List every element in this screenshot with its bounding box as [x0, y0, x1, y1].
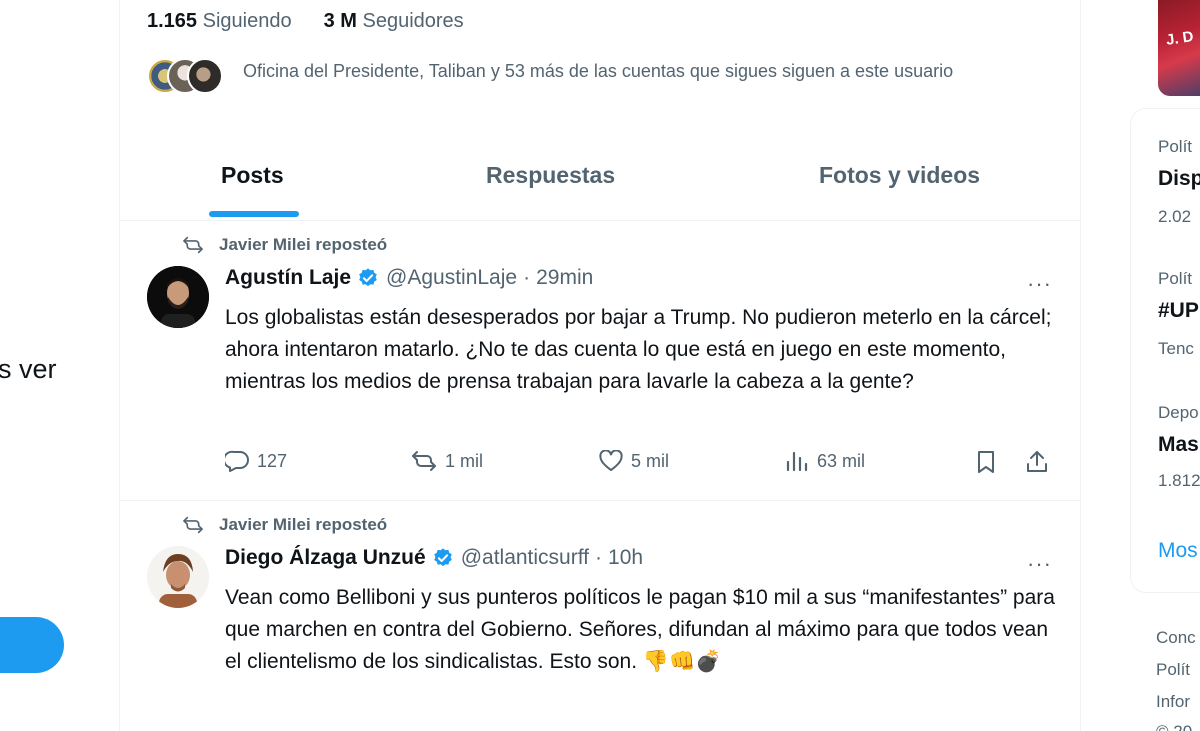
profile-tabs: Posts Respuestas Fotos y videos [120, 140, 1080, 221]
following-link[interactable]: 1.165 Siguiendo [147, 10, 292, 33]
show-more-link[interactable]: Mos [1158, 539, 1198, 563]
following-label: Siguiendo [202, 10, 292, 32]
profile-timeline: 1.165 Siguiendo 3 M Seguidores Oficina d… [119, 0, 1081, 731]
separator-dot: · [595, 546, 603, 569]
trend-name[interactable]: Mas [1158, 433, 1199, 457]
tab-media[interactable]: Fotos y videos [819, 162, 980, 189]
trends-panel: Polít Disp 2.02 Polít #UP Tenc Depo Mas … [1130, 108, 1200, 593]
more-options-icon[interactable]: ··· [1027, 551, 1052, 577]
repost-count: 1 mil [445, 450, 484, 471]
verified-badge-icon [357, 267, 379, 289]
followers-you-know-text: Oficina del Presidente, Taliban y 53 más… [243, 61, 954, 81]
avatar[interactable] [147, 266, 209, 328]
views-count: 63 mil [817, 450, 866, 471]
post-button[interactable] [0, 617, 64, 673]
author-name[interactable]: Agustín Laje [225, 266, 351, 290]
tweet-header: Agustín Laje @AgustinLaje · 29min [225, 266, 593, 290]
heart-icon [599, 450, 623, 471]
followers-avatars [147, 58, 227, 96]
separator-dot: · [523, 266, 531, 289]
author-handle[interactable]: @AgustinLaje [386, 266, 517, 290]
repost-button[interactable]: 1 mil [411, 450, 483, 472]
verified-badge-icon [432, 547, 454, 569]
trend-count: Tenc [1158, 339, 1194, 358]
views-button[interactable]: 63 mil [785, 450, 865, 472]
followers-count: 3 M [323, 10, 357, 32]
repost-icon [412, 451, 436, 471]
repost-context: Javier Milei reposteó [183, 235, 387, 255]
repost-label: Javier Milei reposteó [219, 235, 388, 254]
tweet[interactable]: Javier Milei reposteó Diego Álzaga Unzué… [120, 501, 1080, 731]
footer-link[interactable]: Infor [1156, 692, 1190, 712]
following-count: 1.165 [147, 10, 198, 32]
footer-link[interactable]: Polít [1156, 660, 1190, 680]
reply-count: 127 [257, 450, 288, 471]
tweet-actions: 127 1 mil 5 mil 63 mil [225, 450, 1055, 480]
tweet-header: Diego Álzaga Unzué @atlanticsurff · 10h [225, 546, 643, 570]
trend-count: 2.02 [1158, 207, 1192, 226]
share-button[interactable] [1025, 450, 1057, 474]
trend-count: 1.812 [1158, 471, 1200, 490]
tweet-text: Vean como Belliboni y sus punteros polít… [225, 586, 1055, 673]
trend-category: Polít [1158, 137, 1193, 156]
analytics-icon [786, 451, 808, 472]
followers-label: Seguidores [362, 10, 464, 32]
tweet-time[interactable]: 10h [608, 546, 643, 570]
promo-image[interactable]: J. D [1158, 0, 1200, 96]
left-sidebar: s ver [0, 0, 120, 731]
follow-stats: 1.165 Siguiendo 3 M Seguidores [147, 10, 464, 33]
right-sidebar: J. D Polít Disp 2.02 Polít #UP Tenc Depo… [1130, 0, 1200, 731]
left-clipped-text: s ver [0, 354, 57, 384]
like-button[interactable]: 5 mil [599, 450, 669, 472]
repost-icon [183, 236, 203, 254]
reply-button[interactable]: 127 [225, 450, 287, 472]
repost-context: Javier Milei reposteó [183, 515, 387, 535]
active-tab-indicator [209, 211, 299, 217]
trend-name[interactable]: Disp [1158, 167, 1200, 191]
bookmark-button[interactable] [975, 450, 1005, 474]
reply-icon [225, 450, 249, 472]
repost-label: Javier Milei reposteó [219, 515, 388, 534]
trend-category: Depo [1158, 403, 1199, 422]
followers-link[interactable]: 3 M Seguidores [324, 10, 464, 33]
avatar[interactable] [147, 546, 209, 608]
tweet-time[interactable]: 29min [536, 266, 593, 290]
trend-name[interactable]: #UP [1158, 299, 1199, 323]
author-name[interactable]: Diego Álzaga Unzué [225, 546, 426, 570]
promo-image-glyph: J. D [1164, 28, 1195, 49]
more-options-icon[interactable]: ··· [1027, 271, 1052, 297]
tab-replies[interactable]: Respuestas [486, 162, 615, 189]
like-count: 5 mil [631, 450, 670, 471]
repost-icon [183, 516, 203, 534]
tab-posts[interactable]: Posts [221, 162, 284, 189]
author-handle[interactable]: @atlanticsurff [461, 546, 589, 570]
trend-category: Polít [1158, 269, 1193, 288]
share-icon [1027, 451, 1047, 472]
avatar [187, 58, 223, 94]
followers-you-know[interactable]: Oficina del Presidente, Taliban y 53 más… [147, 58, 1033, 96]
bookmark-icon [978, 451, 994, 473]
footer-link[interactable]: Conc [1156, 628, 1196, 648]
footer-link: © 20 [1156, 722, 1192, 731]
tweet[interactable]: Javier Milei reposteó Agustín Laje @Agus… [120, 221, 1080, 501]
tweet-text: Los globalistas están desesperados por b… [225, 306, 1052, 393]
